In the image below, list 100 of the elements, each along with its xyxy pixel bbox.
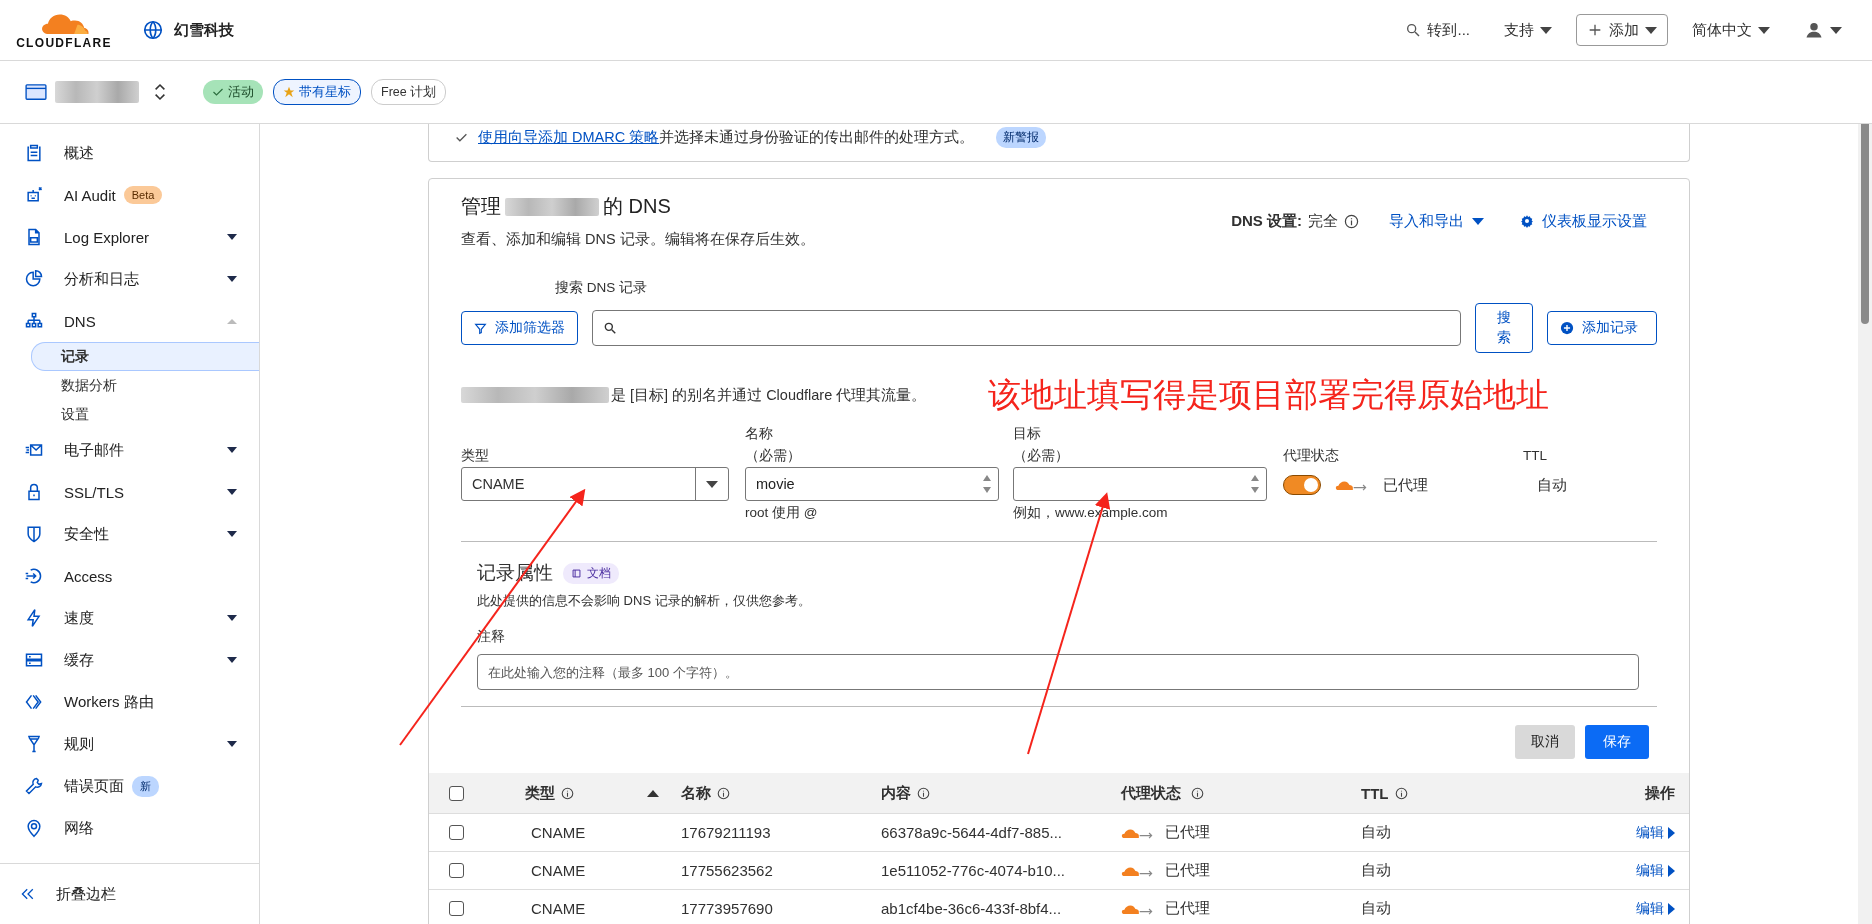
sidebar-item[interactable]: Access <box>0 555 259 597</box>
language-menu[interactable]: 简体中文 <box>1682 14 1780 46</box>
pie-chart-icon <box>24 269 44 289</box>
ttl-value: 自动 <box>1536 475 1567 495</box>
zone-status-badge: 活动 <box>203 80 263 104</box>
dns-setting-label: DNS 设置: <box>1231 211 1302 231</box>
sidebar-item[interactable]: 概述 <box>0 132 259 174</box>
edit-link[interactable]: 编辑 <box>1636 899 1675 918</box>
caret-icon <box>1540 26 1552 34</box>
annotation-text: 该地址填写得是项目部署完得原始地址 <box>988 374 1550 415</box>
new-alert-badge: 新警报 <box>996 127 1047 148</box>
dmarc-wizard-link[interactable]: 使用向导添加 DMARC 策略 <box>478 129 660 145</box>
brand-name[interactable]: CLOUDFLARE <box>16 36 112 50</box>
location-pin-icon <box>24 818 44 838</box>
star-icon <box>283 86 295 98</box>
proxy-toggle[interactable] <box>1283 475 1321 495</box>
comment-field[interactable]: 在此处输入您的注释（最多 100 个字符）。 <box>477 654 1639 690</box>
save-button[interactable]: 保存 <box>1585 725 1649 759</box>
type-label: 类型 <box>461 447 490 465</box>
search-icon <box>1405 22 1422 38</box>
up-down-chevron-icon[interactable] <box>153 81 167 103</box>
caret-down-icon[interactable] <box>227 447 237 453</box>
sidebar-item[interactable]: 错误页面 新 <box>0 765 259 807</box>
support-menu[interactable]: 支持 <box>1494 14 1562 46</box>
info-icon[interactable] <box>1344 213 1359 229</box>
sidebar-subitem[interactable]: 设置 <box>31 400 259 429</box>
table-cell: 1e511052-776c-4074-b10... <box>881 862 1066 879</box>
sidebar-item[interactable]: 电子邮件 <box>0 429 259 471</box>
type-select[interactable]: CNAME <box>461 467 729 501</box>
add-button[interactable]: 添加 <box>1576 14 1668 46</box>
row-checkbox[interactable] <box>449 863 464 878</box>
sidebar-item[interactable]: DNS <box>0 300 259 342</box>
plus-circle-icon <box>1560 321 1574 335</box>
globe-icon <box>142 19 164 41</box>
add-record-button[interactable]: 添加记录 <box>1547 311 1657 345</box>
add-filter-button[interactable]: 添加筛选器 <box>461 311 578 345</box>
sidebar-item[interactable]: 规则 <box>0 723 259 765</box>
edit-link[interactable]: 编辑 <box>1636 823 1675 842</box>
sidebar-badge: 新 <box>132 775 159 797</box>
sidebar-item[interactable]: 缓存 <box>0 639 259 681</box>
table-cell: 自动 <box>1361 899 1391 918</box>
sidebar-item[interactable]: AI Audit Beta <box>0 174 259 216</box>
sidebar-item[interactable]: 速度 <box>0 597 259 639</box>
account-name[interactable]: 幻雪科技 <box>174 20 234 40</box>
search-button[interactable]: 搜索 <box>1475 303 1533 353</box>
dns-title-prefix: 管理 <box>461 194 501 219</box>
comment-label: 注释 <box>477 628 506 646</box>
wrench-icon <box>24 776 44 796</box>
edit-link[interactable]: 编辑 <box>1636 861 1675 880</box>
caret-icon <box>1472 217 1484 225</box>
import-export-menu[interactable]: 导入和导出 <box>1383 210 1490 232</box>
info-icon <box>561 786 574 800</box>
sidebar-item[interactable]: Workers 路由 <box>0 681 259 723</box>
column-header[interactable]: 名称 <box>681 783 711 803</box>
select-all-checkbox[interactable] <box>449 785 464 801</box>
robot-icon <box>24 185 44 205</box>
gear-icon <box>1520 214 1534 228</box>
column-header[interactable]: 操作 <box>1645 783 1675 803</box>
name-input[interactable]: movie <box>745 467 999 501</box>
goto-button[interactable]: 转到... <box>1395 14 1480 46</box>
sidebar-item[interactable]: 网络 <box>0 807 259 849</box>
sort-ascending-icon[interactable] <box>647 789 659 797</box>
sidebar-item[interactable]: SSL/TLS <box>0 471 259 513</box>
info-icon <box>917 786 930 800</box>
column-header[interactable]: 内容 <box>881 783 911 803</box>
target-input[interactable] <box>1013 467 1267 501</box>
column-header[interactable]: 代理状态 <box>1121 783 1181 803</box>
caret-icon <box>1645 26 1657 34</box>
sidebar-item[interactable]: Log Explorer <box>0 216 259 258</box>
caret-down-icon[interactable] <box>227 657 237 663</box>
sidebar-subitem[interactable]: 记录 <box>31 342 259 371</box>
dashboard-settings-link[interactable]: 仪表板显示设置 <box>1514 210 1653 232</box>
info-icon <box>717 786 730 800</box>
column-header[interactable]: TTL <box>1361 784 1389 802</box>
dns-subtitle: 查看、添加和编辑 DNS 记录。编辑将在保存后生效。 <box>461 230 815 249</box>
column-header[interactable]: 类型 <box>525 783 555 803</box>
caret-down-icon[interactable] <box>227 741 237 747</box>
name-hint: root 使用 @ <box>745 504 819 522</box>
caret-down-icon[interactable] <box>227 489 237 495</box>
proxy-status-text: 已代理 <box>1383 475 1428 495</box>
caret-down-icon[interactable] <box>227 615 237 621</box>
sidebar-item[interactable]: 分析和日志 <box>0 258 259 300</box>
caret-down-icon[interactable] <box>227 276 237 282</box>
table-cell: 自动 <box>1361 823 1391 842</box>
info-icon <box>1191 786 1204 800</box>
caret-icon <box>1758 26 1770 34</box>
scrollbar[interactable] <box>1858 124 1872 924</box>
docs-link[interactable]: 文档 <box>563 562 619 584</box>
book-icon <box>571 567 582 579</box>
proxy-status-label: 代理状态 <box>1283 447 1340 465</box>
sidebar-item[interactable]: 安全性 <box>0 513 259 555</box>
collapse-sidebar-link[interactable]: 折叠边栏 <box>56 884 116 904</box>
caret-down-icon[interactable] <box>227 234 237 240</box>
row-checkbox[interactable] <box>449 901 464 916</box>
sidebar-subitem[interactable]: 数据分析 <box>31 371 259 400</box>
table-cell: ab1cf4be-36c6-433f-8bf4... <box>881 900 1062 917</box>
cancel-button[interactable]: 取消 <box>1515 725 1575 759</box>
search-field[interactable] <box>592 310 1461 346</box>
row-checkbox[interactable] <box>449 825 464 840</box>
caret-down-icon[interactable] <box>227 531 237 537</box>
